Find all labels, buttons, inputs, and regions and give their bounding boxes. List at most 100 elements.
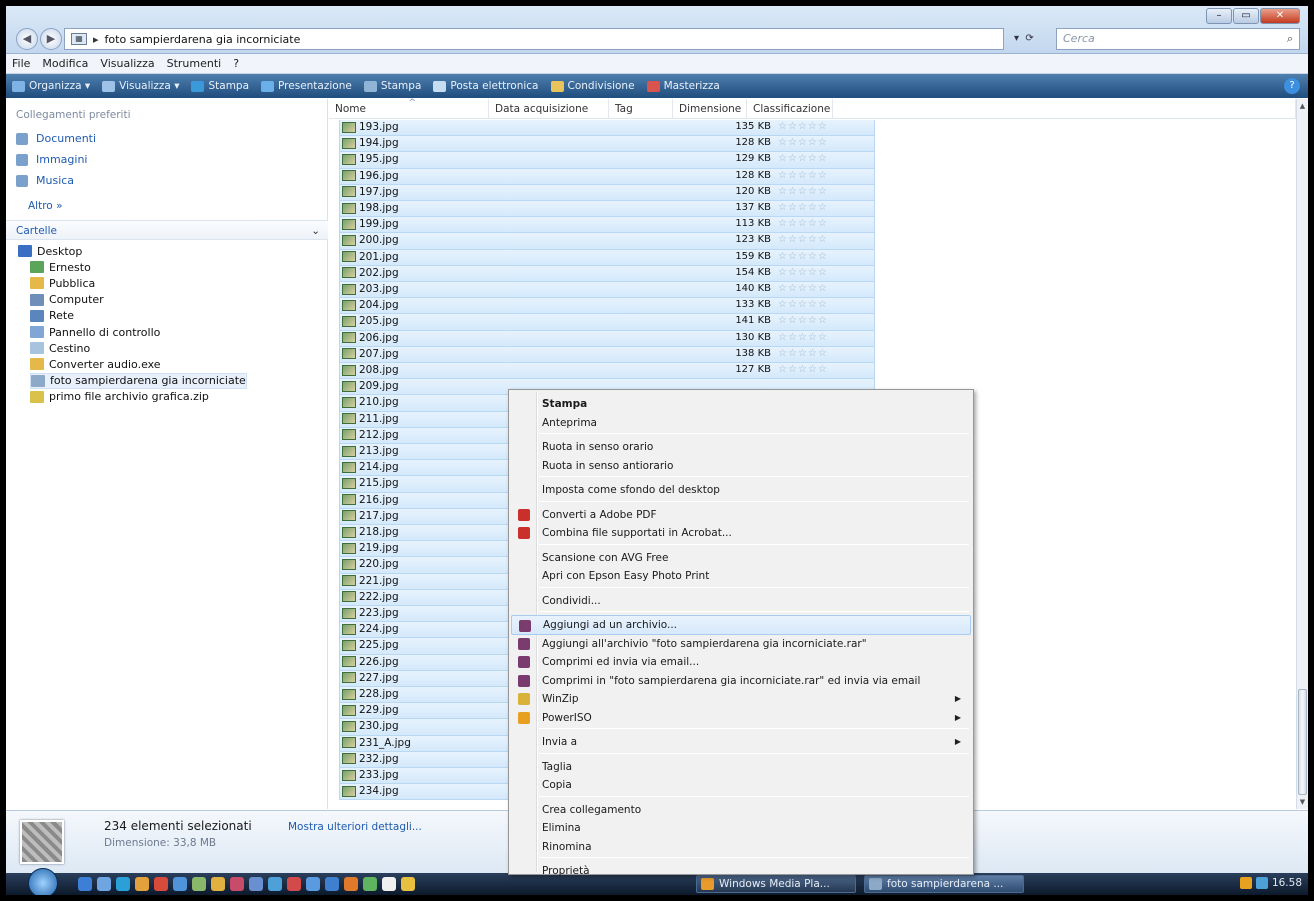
menu-item-propriet[interactable]: Proprietà: [511, 861, 971, 881]
menu-item-poweriso[interactable]: PowerISO ▶: [511, 708, 971, 728]
start-button[interactable]: [28, 868, 58, 895]
column-classificazione[interactable]: Classificazione: [747, 99, 833, 118]
rating-stars[interactable]: ☆☆☆☆☆: [778, 170, 828, 181]
menu-item-copia[interactable]: Copia: [511, 775, 971, 795]
table-row[interactable]: 208.jpg 127 KB ☆☆☆☆☆: [339, 363, 875, 380]
maximize-button[interactable]: ▭: [1233, 8, 1259, 24]
toolbar-button-1[interactable]: Visualizza ▾: [102, 80, 179, 92]
more-link[interactable]: Altro »: [28, 200, 63, 212]
tree-item-4[interactable]: Rete: [30, 308, 74, 324]
quick-launch-icon[interactable]: [249, 877, 263, 891]
table-row[interactable]: 199.jpg 113 KB ☆☆☆☆☆: [339, 217, 875, 234]
tree-item-3[interactable]: Computer: [30, 292, 104, 308]
menu-item-invia-a[interactable]: Invia a ▶: [511, 732, 971, 752]
menu-item-comprimi-in-foto-sampierdarena-gia-incor[interactable]: Comprimi in "foto sampierdarena gia inco…: [511, 671, 971, 691]
tree-item-2[interactable]: Pubblica: [30, 275, 95, 291]
column-dimensione[interactable]: Dimensione: [673, 99, 747, 118]
table-row[interactable]: 197.jpg 120 KB ☆☆☆☆☆: [339, 184, 875, 201]
menu-item-winzip[interactable]: WinZip ▶: [511, 689, 971, 709]
table-row[interactable]: 196.jpg 128 KB ☆☆☆☆☆: [339, 168, 875, 185]
menu-item-comprimi-ed-invia-via-email[interactable]: Comprimi ed invia via email...: [511, 652, 971, 672]
scroll-down-arrow-icon[interactable]: ▼: [1297, 795, 1308, 809]
menu-visualizza[interactable]: Visualizza: [100, 57, 154, 70]
rating-stars[interactable]: ☆☆☆☆☆: [778, 251, 828, 262]
vertical-scrollbar[interactable]: ▲ ▼: [1296, 99, 1308, 809]
menu-item-aggiungi-ad-un-archivio[interactable]: Aggiungi ad un archivio...: [511, 615, 971, 635]
favorite-immagini[interactable]: Immagini: [16, 153, 87, 166]
address-bar[interactable]: ▦ ▸ foto sampierdarena gia incorniciate: [64, 28, 1004, 50]
quick-launch-icon[interactable]: [306, 877, 320, 891]
menu-item-anteprima[interactable]: Anteprima: [511, 413, 971, 433]
quick-launch-icon[interactable]: [173, 877, 187, 891]
toolbar-button-0[interactable]: Organizza ▾: [12, 80, 90, 92]
table-row[interactable]: 198.jpg 137 KB ☆☆☆☆☆: [339, 201, 875, 218]
rating-stars[interactable]: ☆☆☆☆☆: [778, 267, 828, 278]
tree-item-1[interactable]: Ernesto: [30, 259, 91, 275]
table-row[interactable]: 195.jpg 129 KB ☆☆☆☆☆: [339, 152, 875, 169]
table-row[interactable]: 202.jpg 154 KB ☆☆☆☆☆: [339, 265, 875, 282]
toolbar-button-4[interactable]: Stampa: [363, 80, 421, 92]
quick-launch-icon[interactable]: [211, 877, 225, 891]
toolbar-button-5[interactable]: Posta elettronica: [433, 80, 539, 92]
rating-stars[interactable]: ☆☆☆☆☆: [778, 202, 828, 213]
menu-file[interactable]: File: [12, 57, 30, 70]
rating-stars[interactable]: ☆☆☆☆☆: [778, 153, 828, 164]
rating-stars[interactable]: ☆☆☆☆☆: [778, 332, 828, 343]
menu-item-stampa[interactable]: Stampa: [511, 394, 971, 414]
menu-item-taglia[interactable]: Taglia: [511, 757, 971, 777]
close-button[interactable]: ✕: [1260, 8, 1300, 24]
tree-item-6[interactable]: Cestino: [30, 340, 90, 356]
menu-strumenti[interactable]: Strumenti: [167, 57, 222, 70]
rating-stars[interactable]: ☆☆☆☆☆: [778, 315, 828, 326]
menu-item-elimina[interactable]: Elimina: [511, 818, 971, 838]
rating-stars[interactable]: ☆☆☆☆☆: [778, 299, 828, 310]
scroll-up-arrow-icon[interactable]: ▲: [1297, 99, 1308, 113]
rating-stars[interactable]: ☆☆☆☆☆: [778, 121, 828, 132]
rating-stars[interactable]: ☆☆☆☆☆: [778, 283, 828, 294]
column-nome[interactable]: Nome: [329, 93, 489, 118]
favorite-musica[interactable]: Musica: [16, 174, 74, 187]
table-row[interactable]: 204.jpg 133 KB ☆☆☆☆☆: [339, 298, 875, 315]
tree-item-0[interactable]: Desktop: [18, 243, 82, 259]
quick-launch-icon[interactable]: [230, 877, 244, 891]
help-icon[interactable]: ?: [1284, 78, 1300, 94]
table-row[interactable]: 205.jpg 141 KB ☆☆☆☆☆: [339, 314, 875, 331]
menu-item-ruota-in-senso-antiorario[interactable]: Ruota in senso antiorario: [511, 456, 971, 476]
rating-stars[interactable]: ☆☆☆☆☆: [778, 218, 828, 229]
menu-item-ruota-in-senso-orario[interactable]: Ruota in senso orario: [511, 437, 971, 457]
tree-item-7[interactable]: Converter audio.exe: [30, 356, 161, 372]
search-input[interactable]: Cerca ⌕: [1056, 28, 1300, 50]
rating-stars[interactable]: ☆☆☆☆☆: [778, 137, 828, 148]
menu-item-scansione-con-avg-free[interactable]: Scansione con AVG Free: [511, 548, 971, 568]
menu-modifica[interactable]: Modifica: [42, 57, 88, 70]
quick-launch-icon[interactable]: [325, 877, 339, 891]
back-button[interactable]: ◀: [16, 28, 38, 50]
table-row[interactable]: 200.jpg 123 KB ☆☆☆☆☆: [339, 233, 875, 250]
quick-launch-icon[interactable]: [192, 877, 206, 891]
column-tag[interactable]: Tag: [609, 99, 673, 118]
quick-launch-icon[interactable]: [287, 877, 301, 891]
menu-item-crea-collegamento[interactable]: Crea collegamento: [511, 800, 971, 820]
quick-launch-icon[interactable]: [116, 877, 130, 891]
tree-item-5[interactable]: Pannello di controllo: [30, 324, 160, 340]
search-icon[interactable]: ⌕: [1287, 29, 1293, 49]
quick-launch-icon[interactable]: [344, 877, 358, 891]
toolbar-button-6[interactable]: Condivisione: [550, 80, 635, 92]
forward-button[interactable]: ▶: [40, 28, 62, 50]
quick-launch-icon[interactable]: [363, 877, 377, 891]
table-row[interactable]: 194.jpg 128 KB ☆☆☆☆☆: [339, 136, 875, 153]
table-row[interactable]: 207.jpg 138 KB ☆☆☆☆☆: [339, 346, 875, 363]
quick-launch-icon[interactable]: [401, 877, 415, 891]
clock[interactable]: 16.58: [1272, 877, 1302, 889]
rating-stars[interactable]: ☆☆☆☆☆: [778, 234, 828, 245]
menu-item-aggiungi-all-archivio-foto-sampierdarena[interactable]: Aggiungi all'archivio "foto sampierdaren…: [511, 634, 971, 654]
tree-item-8[interactable]: foto sampierdarena gia incorniciate: [30, 372, 247, 389]
menu-item-apri-con-epson-easy-photo-print[interactable]: Apri con Epson Easy Photo Print: [511, 566, 971, 586]
favorite-documenti[interactable]: Documenti: [16, 132, 96, 145]
menu-item-combina-file-supportati-in-acrobat[interactable]: Combina file supportati in Acrobat...: [511, 523, 971, 543]
quick-launch-icon[interactable]: [154, 877, 168, 891]
volume-icon[interactable]: [1255, 877, 1268, 889]
table-row[interactable]: 203.jpg 140 KB ☆☆☆☆☆: [339, 282, 875, 299]
minimize-button[interactable]: –: [1206, 8, 1232, 24]
quick-launch-icon[interactable]: [78, 877, 92, 891]
